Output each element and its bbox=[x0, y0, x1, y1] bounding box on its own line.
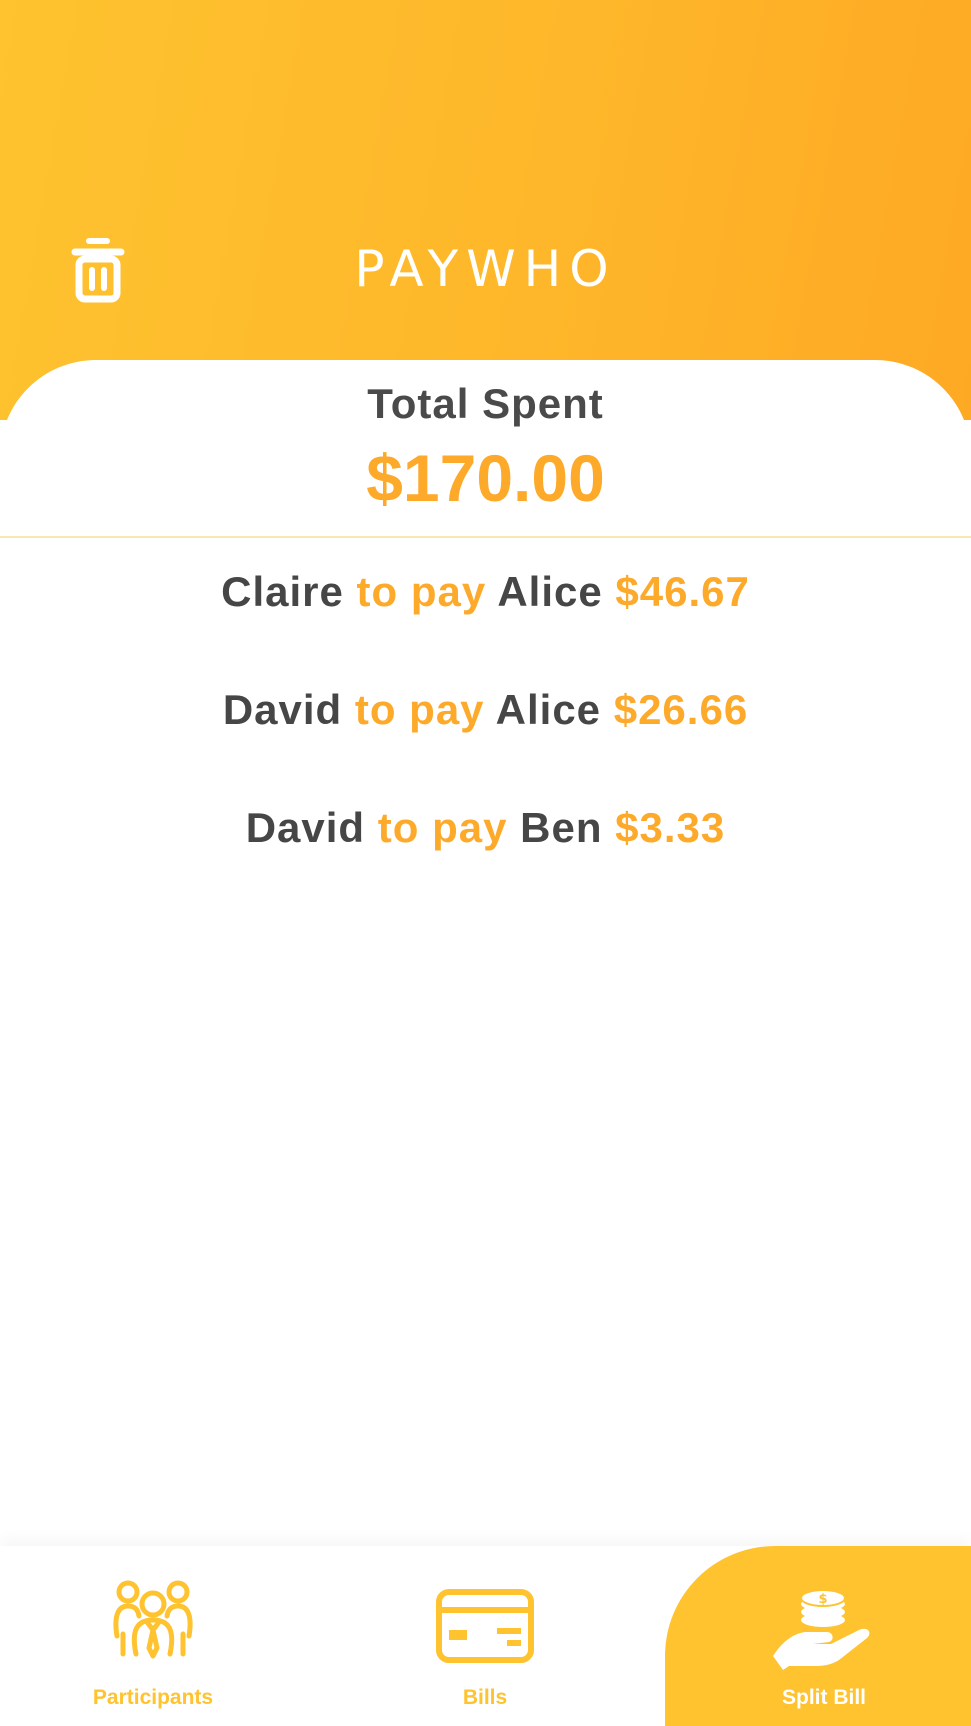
pay-verb: to pay bbox=[342, 686, 496, 733]
payer-name: David bbox=[222, 686, 343, 733]
pay-verb: to pay bbox=[343, 568, 498, 615]
pay-verb: to pay bbox=[365, 804, 521, 851]
total-spent-label: Total Spent bbox=[367, 380, 604, 427]
payee-name: Ben bbox=[520, 804, 603, 851]
split-bill-panel: Total Spent $170.00 Claire to pay Alice … bbox=[0, 360, 971, 1546]
payment-amount: $26.66 bbox=[613, 686, 749, 733]
payer-name: David bbox=[245, 804, 366, 851]
tab-participants-label: Participants bbox=[92, 1686, 214, 1709]
tab-bills[interactable]: Bills bbox=[385, 1546, 585, 1726]
tab-split-bill-label: Split Bill bbox=[782, 1686, 866, 1709]
svg-text:$: $ bbox=[818, 1592, 827, 1607]
payee-name: Alice bbox=[495, 686, 602, 733]
payment-list: Claire to pay Alice $46.67 David to pay … bbox=[0, 568, 971, 922]
participants-icon bbox=[113, 1580, 193, 1659]
credit-card-icon bbox=[436, 1589, 534, 1663]
app-title: PAYWHO bbox=[354, 240, 617, 298]
payment-row: David to pay Alice $26.66 bbox=[0, 686, 971, 804]
payment-row: David to pay Ben $3.33 bbox=[0, 804, 971, 922]
divider bbox=[0, 536, 971, 538]
app-header: PAYWHO bbox=[0, 0, 971, 420]
tab-participants[interactable]: Participants bbox=[53, 1546, 253, 1726]
tab-split-bill[interactable]: $ Split Bill bbox=[724, 1546, 924, 1726]
payee-name: Alice bbox=[497, 568, 603, 615]
payer-name: Claire bbox=[221, 568, 344, 615]
hand-coins-icon: $ bbox=[773, 1589, 870, 1670]
tab-bills-label: Bills bbox=[462, 1686, 508, 1709]
payment-row: Claire to pay Alice $46.67 bbox=[0, 568, 971, 686]
bottom-tab-bar: Participants Bills $ Split Bill bbox=[0, 1546, 971, 1726]
payment-amount: $3.33 bbox=[615, 804, 726, 851]
total-spent-amount: $170.00 bbox=[366, 441, 605, 515]
payment-amount: $46.67 bbox=[615, 568, 750, 615]
